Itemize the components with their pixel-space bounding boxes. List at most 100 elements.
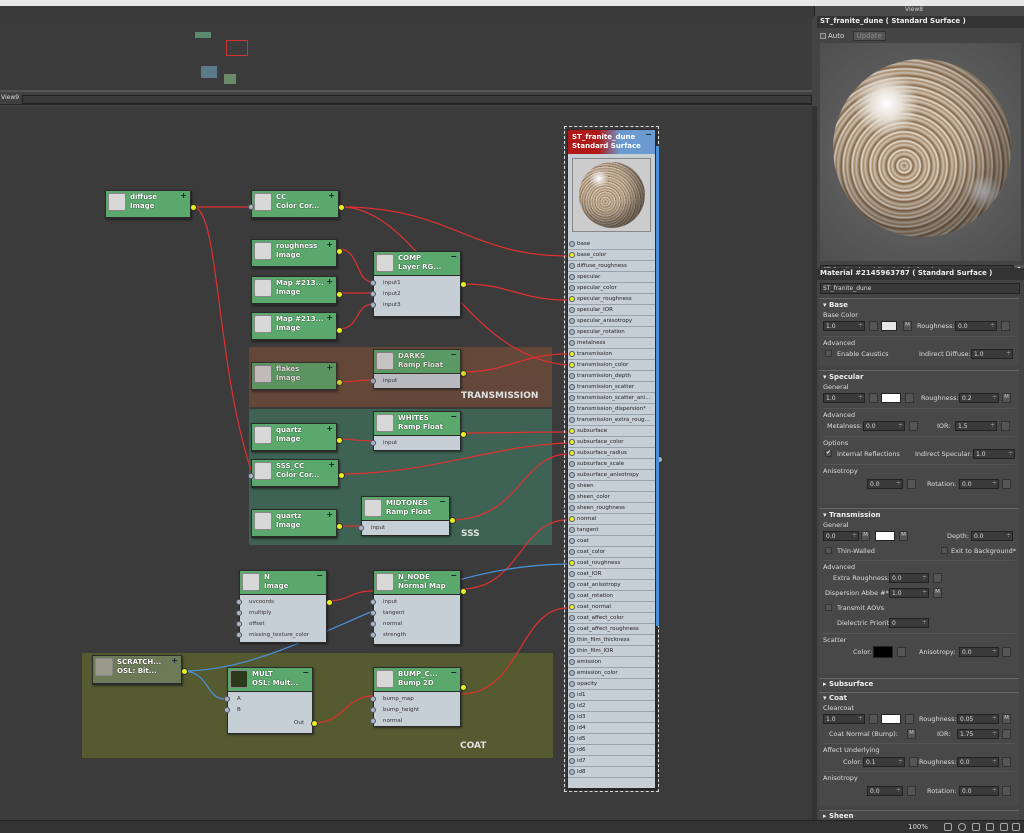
input-socket[interactable] xyxy=(569,241,575,247)
output-socket[interactable] xyxy=(338,204,345,211)
scatter-color-swatch[interactable] xyxy=(873,646,893,658)
input-socket[interactable] xyxy=(569,384,575,390)
thin-walled-checkbox[interactable] xyxy=(825,547,832,554)
output-socket[interactable] xyxy=(326,599,333,606)
port-row[interactable]: thin_film_thickness xyxy=(568,635,655,646)
input-socket[interactable] xyxy=(248,204,254,210)
input-socket[interactable] xyxy=(569,725,575,731)
expand-icon[interactable]: + xyxy=(326,424,333,433)
collapse-icon[interactable]: − xyxy=(316,571,323,580)
node-mult[interactable]: MULT OSL: Mult... − A B Out xyxy=(224,667,318,734)
output-socket[interactable] xyxy=(336,437,343,444)
input-socket[interactable] xyxy=(370,610,376,616)
node-quartz1[interactable]: quartz Image + xyxy=(251,423,343,452)
input-socket[interactable] xyxy=(569,703,575,709)
coat-ior-spinner[interactable]: 1.75 xyxy=(957,729,999,739)
output-socket[interactable] xyxy=(336,327,343,334)
port-row[interactable]: thin_film_IOR xyxy=(568,646,655,657)
input-socket[interactable] xyxy=(224,707,230,713)
node-whites[interactable]: WHITES Ramp Float − input xyxy=(370,411,467,451)
base-weight-spinner[interactable]: 1.0 xyxy=(823,321,865,331)
collapse-icon[interactable]: − xyxy=(450,668,457,677)
node-scrollbar[interactable] xyxy=(656,146,659,626)
base-color-swatch[interactable] xyxy=(881,321,897,331)
port-row[interactable]: specular xyxy=(568,272,655,283)
transmit-aovs-checkbox[interactable] xyxy=(825,604,832,611)
section-header[interactable]: ▾ Specular xyxy=(823,373,863,381)
collapse-icon[interactable]: − xyxy=(450,412,457,421)
input-socket[interactable] xyxy=(569,538,575,544)
input-socket[interactable] xyxy=(569,604,575,610)
node-cc[interactable]: CC Color Cor... + xyxy=(248,190,345,219)
node-flakes[interactable]: flakes Image + xyxy=(251,362,343,391)
input-socket[interactable] xyxy=(569,593,575,599)
collapse-icon[interactable]: − xyxy=(450,252,457,261)
input-socket[interactable] xyxy=(569,285,575,291)
map-button[interactable] xyxy=(897,647,906,657)
input-socket[interactable] xyxy=(569,615,575,621)
input-socket[interactable] xyxy=(569,329,575,335)
rotation-spinner[interactable]: 0.0 xyxy=(959,479,999,489)
input-socket[interactable] xyxy=(569,692,575,698)
exit-bg-checkbox[interactable] xyxy=(941,547,948,554)
collapse-icon[interactable]: − xyxy=(302,668,309,677)
input-socket[interactable] xyxy=(236,621,242,627)
map-button[interactable] xyxy=(1002,786,1011,796)
map-button[interactable] xyxy=(909,757,918,767)
port-row[interactable]: transmission_dispersion* xyxy=(568,404,655,415)
zoom-icon[interactable] xyxy=(958,823,966,831)
port-row[interactable]: diffuse_roughness xyxy=(568,261,655,272)
material-name-field[interactable]: ST_franite_dune xyxy=(820,283,1020,294)
output-socket[interactable] xyxy=(449,517,456,524)
map-button[interactable] xyxy=(1001,321,1010,331)
collapse-icon[interactable]: − xyxy=(450,571,457,580)
port-row[interactable]: sheen_roughness xyxy=(568,503,655,514)
port-row[interactable]: id1 xyxy=(568,690,655,701)
port-row[interactable]: coat_color xyxy=(568,547,655,558)
port-row[interactable]: id8 xyxy=(568,767,655,778)
collapse-icon[interactable]: − xyxy=(439,497,446,506)
port-row[interactable]: id2 xyxy=(568,701,655,712)
map-button[interactable] xyxy=(869,714,878,724)
port-row[interactable]: coat_affect_roughness xyxy=(568,624,655,635)
affect-color-spinner[interactable]: 0.1 xyxy=(863,757,905,767)
specular-roughness-spinner[interactable]: 0.2 xyxy=(959,393,999,403)
input-socket[interactable] xyxy=(569,582,575,588)
view-name-field[interactable] xyxy=(22,95,812,104)
anisotropy-spinner[interactable]: 0.0 xyxy=(867,479,903,489)
input-socket[interactable] xyxy=(569,494,575,500)
dielectric-priority-spinner[interactable]: 0 xyxy=(889,618,929,628)
expand-icon[interactable]: + xyxy=(171,656,178,665)
output-socket[interactable] xyxy=(460,431,467,438)
port-row[interactable]: coat_normal xyxy=(568,602,655,613)
map-button[interactable] xyxy=(1002,757,1011,767)
expand-icon[interactable]: + xyxy=(328,460,335,469)
zoom-extents-icon[interactable] xyxy=(972,823,980,831)
port-row[interactable]: id5 xyxy=(568,734,655,745)
port-row[interactable]: specular_anisotropy xyxy=(568,316,655,327)
input-socket[interactable] xyxy=(569,527,575,533)
map-button[interactable] xyxy=(1002,647,1011,657)
indirect-diffuse-spinner[interactable]: 1.0 xyxy=(971,349,1013,359)
input-socket[interactable] xyxy=(569,263,575,269)
output-socket[interactable] xyxy=(181,668,188,675)
port-row[interactable]: specular_IOR xyxy=(568,305,655,316)
node-quartz2[interactable]: quartz Image + xyxy=(251,509,343,538)
input-socket[interactable] xyxy=(358,525,364,531)
node-sss-cc[interactable]: SSS_CC Color Cor... + xyxy=(248,459,345,488)
output-socket[interactable] xyxy=(190,204,197,211)
node-scratch[interactable]: SCRATCH... OSL: Bit... + xyxy=(92,655,188,685)
input-socket[interactable] xyxy=(236,632,242,638)
scatter-anisotropy-spinner[interactable]: 0.0 xyxy=(959,647,999,657)
section-header[interactable]: ▸ Subsurface xyxy=(823,680,873,688)
input-socket[interactable] xyxy=(370,440,376,446)
node-roughness[interactable]: roughness Image + xyxy=(251,239,343,268)
input-socket[interactable] xyxy=(569,307,575,313)
coat-anisotropy-spinner[interactable]: 0.0 xyxy=(867,786,903,796)
caustics-checkbox[interactable] xyxy=(825,350,832,357)
input-socket[interactable] xyxy=(569,747,575,753)
input-socket[interactable] xyxy=(236,599,242,605)
input-socket[interactable] xyxy=(569,648,575,654)
section-header[interactable]: ▾ Transmission xyxy=(823,511,881,519)
base-roughness-spinner[interactable]: 0.0 xyxy=(955,321,997,331)
